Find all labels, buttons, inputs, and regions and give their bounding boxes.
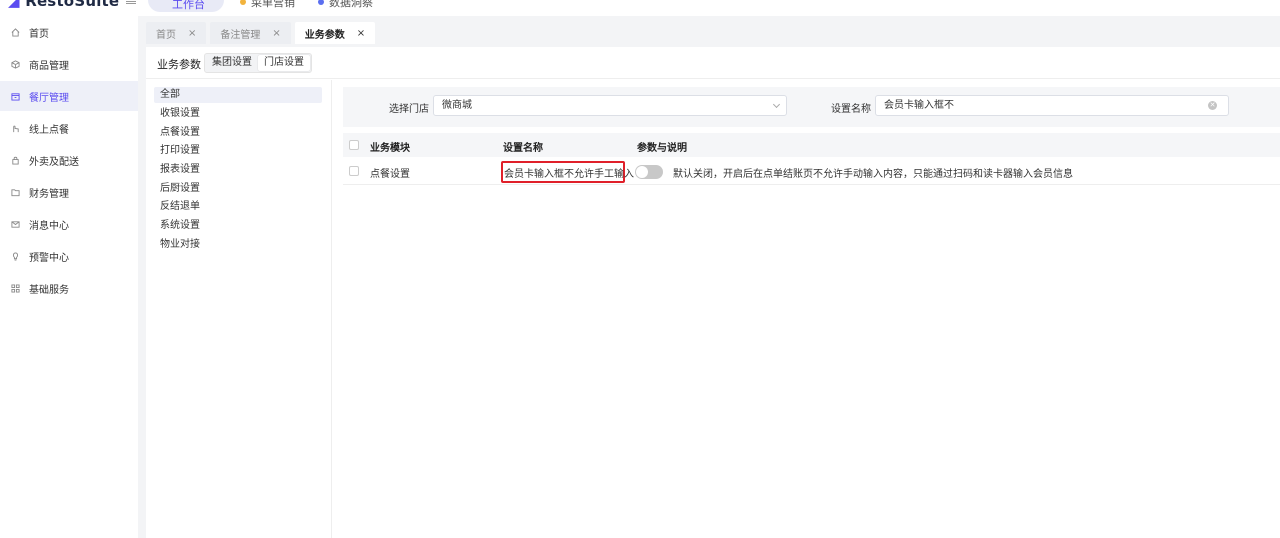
hand-icon bbox=[13, 125, 19, 132]
home-icon bbox=[11, 27, 20, 37]
toggle-knob bbox=[636, 166, 648, 178]
sidebar-item-home[interactable]: 首页 bbox=[0, 17, 138, 47]
category-item-system[interactable]: 系统设置 bbox=[154, 218, 322, 234]
page-tabs: 首页 × 备注管理 × 业务参数 × bbox=[146, 22, 376, 44]
mail-icon bbox=[11, 220, 20, 228]
sidebar-item-restaurant[interactable]: 餐厅管理 bbox=[0, 81, 138, 111]
sidebar-item-alerts[interactable]: 预警中心 bbox=[0, 241, 138, 271]
settings-scope-switch: 集团设置 门店设置 bbox=[204, 53, 312, 73]
tab-business-params[interactable]: 业务参数 × bbox=[294, 22, 376, 44]
main-header: 业务参数 集团设置 门店设置 bbox=[146, 47, 1280, 79]
store-select[interactable]: 微商城 bbox=[433, 95, 787, 116]
category-item-cashier[interactable]: 收银设置 bbox=[154, 106, 322, 122]
filter-bar: 选择门店 微商城 设置名称 会员卡输入框不 ✕ bbox=[343, 87, 1280, 127]
workbench-label: 工作台 bbox=[172, 0, 205, 11]
tab-remark-management[interactable]: 备注管理 × bbox=[210, 22, 291, 44]
box-icon bbox=[11, 59, 20, 69]
category-item-printing[interactable]: 打印设置 bbox=[154, 143, 322, 159]
tab-home[interactable]: 首页 × bbox=[146, 22, 207, 44]
select-all-checkbox[interactable] bbox=[349, 140, 359, 150]
row-checkbox[interactable] bbox=[349, 166, 359, 176]
chevron-down-icon bbox=[772, 100, 781, 109]
column-header-module: 业务模块 bbox=[370, 143, 410, 154]
group-settings-button[interactable]: 集团设置 bbox=[206, 55, 258, 71]
table-header: 业务模块 设置名称 参数与说明 bbox=[343, 133, 1280, 157]
row-setting-name: 会员卡输入框不允许手工输入 bbox=[504, 169, 634, 180]
workbench-pill[interactable]: 工作台 bbox=[148, 0, 224, 12]
row-module: 点餐设置 bbox=[370, 169, 410, 180]
setting-toggle[interactable] bbox=[635, 165, 663, 179]
close-icon[interactable]: × bbox=[357, 28, 365, 39]
column-header-description: 参数与说明 bbox=[637, 143, 687, 154]
folder-icon bbox=[11, 188, 20, 196]
setting-name-input[interactable]: 会员卡输入框不 ✕ bbox=[875, 95, 1229, 116]
column-header-name: 设置名称 bbox=[503, 143, 543, 154]
sidebar-item-delivery[interactable]: 外卖及配送 bbox=[0, 145, 138, 175]
marketing-icon bbox=[240, 0, 246, 5]
insight-icon bbox=[318, 0, 324, 5]
grid-icon bbox=[11, 283, 20, 293]
bag-icon bbox=[12, 156, 19, 165]
page-title: 业务参数 bbox=[157, 58, 201, 71]
table-row: 点餐设置 会员卡输入框不允许手工输入 默认关闭，开启后在点单结账页不允许手动输入… bbox=[343, 158, 1280, 185]
top-header: ◢ RestoSuite 工作台 菜单营销 数据洞察 bbox=[0, 0, 1280, 16]
close-icon[interactable]: × bbox=[188, 28, 196, 39]
store-icon bbox=[11, 92, 20, 101]
clear-icon[interactable]: ✕ bbox=[1208, 101, 1217, 110]
sidebar-item-products[interactable]: 商品管理 bbox=[0, 49, 138, 79]
sidebar-item-messages[interactable]: 消息中心 bbox=[0, 209, 138, 239]
bulb-icon bbox=[13, 251, 18, 261]
main-panel: 业务参数 集团设置 门店设置 全部 收银设置 点餐设置 打印设置 报表设置 后厨… bbox=[146, 47, 1280, 538]
menu-icon[interactable] bbox=[126, 1, 136, 4]
close-icon[interactable]: × bbox=[272, 28, 280, 39]
category-item-property[interactable]: 物业对接 bbox=[154, 237, 322, 253]
category-list: 全部 收银设置 点餐设置 打印设置 报表设置 后厨设置 反结退单 系统设置 物业… bbox=[146, 80, 332, 538]
sidebar: 首页 商品管理 餐厅管理 线上点餐 外卖及配送 财务管理 消息中心 预警中心 基… bbox=[0, 16, 138, 538]
row-description: 默认关闭，开启后在点单结账页不允许手动输入内容，只能通过扫码和读卡器输入会员信息 bbox=[673, 169, 1073, 180]
store-settings-button[interactable]: 门店设置 bbox=[258, 55, 310, 71]
store-select-label: 选择门店 bbox=[389, 104, 429, 115]
top-nav-marketing[interactable]: 菜单营销 bbox=[240, 0, 295, 10]
sidebar-item-online-order[interactable]: 线上点餐 bbox=[0, 113, 138, 143]
category-item-reports[interactable]: 报表设置 bbox=[154, 162, 322, 178]
top-nav-insight[interactable]: 数据洞察 bbox=[318, 0, 373, 10]
category-item-refund[interactable]: 反结退单 bbox=[154, 199, 322, 215]
category-item-all[interactable]: 全部 bbox=[154, 87, 322, 103]
sidebar-item-finance[interactable]: 财务管理 bbox=[0, 177, 138, 207]
app-logo[interactable]: ◢ RestoSuite bbox=[8, 0, 119, 10]
category-item-kitchen[interactable]: 后厨设置 bbox=[154, 181, 322, 197]
category-item-ordering[interactable]: 点餐设置 bbox=[154, 125, 322, 141]
sidebar-item-basic-services[interactable]: 基础服务 bbox=[0, 273, 138, 303]
setting-name-label: 设置名称 bbox=[831, 104, 871, 115]
